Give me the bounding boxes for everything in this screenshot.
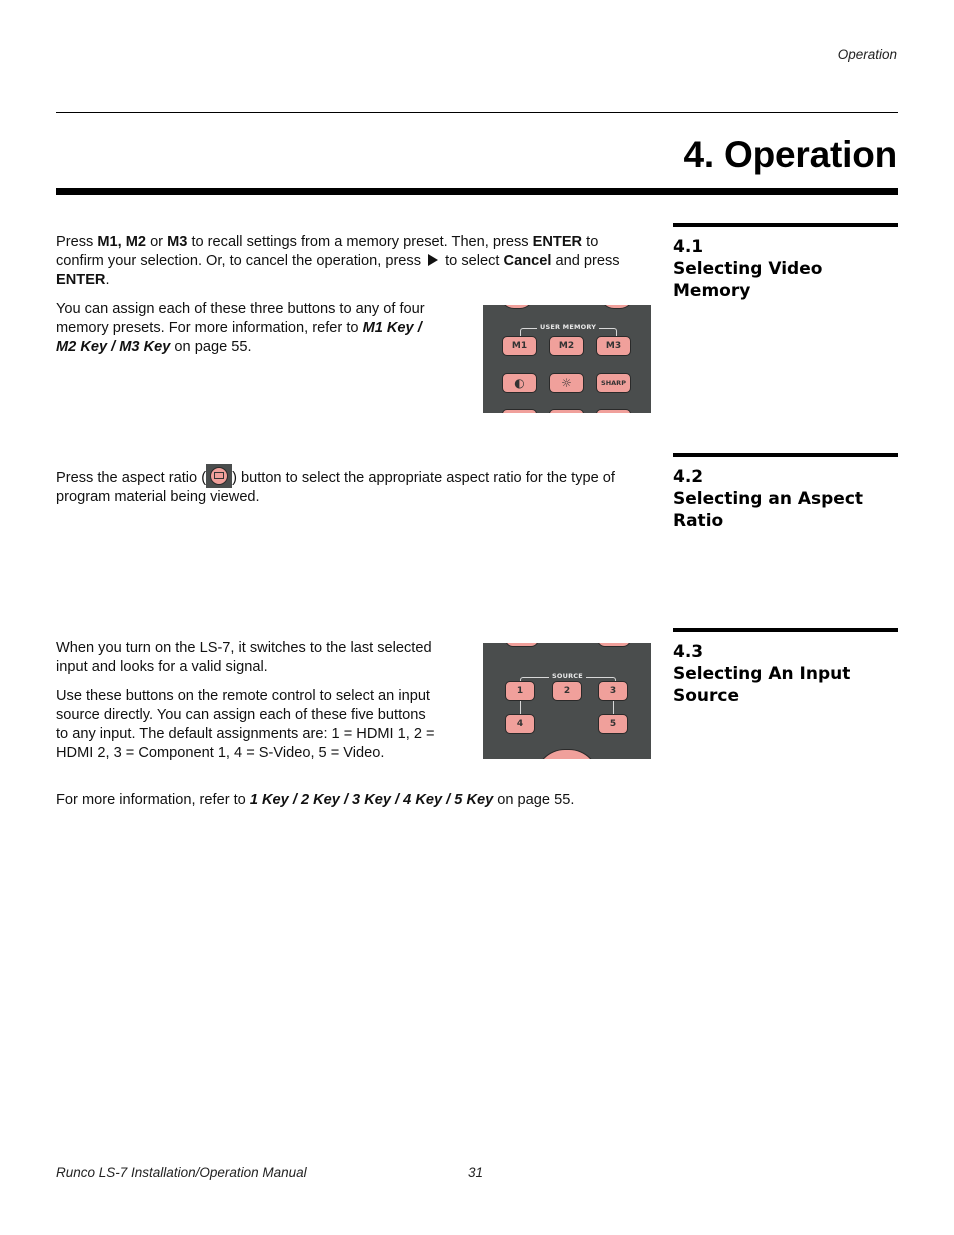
section-4-2-para1: Press the aspect ratio () button to sele… — [56, 464, 648, 507]
section-heading-4-3: 4.3 Selecting An Input Source — [673, 628, 898, 707]
remote-button-partial — [502, 409, 537, 413]
remote-button-1: 1 — [505, 681, 535, 701]
section-rule — [673, 453, 898, 457]
option-cancel: Cancel — [503, 253, 552, 269]
remote-user-memory-image: USER MEMORY M1 M2 M3 ◐ ☼ SHARP — [483, 305, 651, 413]
remote-button-m3: M3 — [596, 336, 631, 356]
remote-button-partial — [505, 643, 539, 647]
key-m1-m2: M1, M2 — [97, 234, 147, 250]
text: Use these buttons on the remote control … — [56, 688, 435, 761]
section-4-3-para2: Use these buttons on the remote control … — [56, 687, 441, 763]
section-4-1-para2: You can assign each of these three butto… — [56, 300, 441, 357]
brightness-icon: ☼ — [549, 373, 584, 393]
section-heading-4-1: 4.1 Selecting Video Memory — [673, 223, 898, 302]
text: Press — [56, 234, 98, 250]
remote-button-partial — [597, 643, 631, 647]
remote-button-partial — [500, 305, 534, 309]
section-title-line1: Selecting Video — [673, 259, 823, 279]
text: and press — [551, 253, 620, 269]
section-heading-4-2: 4.2 Selecting an Aspect Ratio — [673, 453, 898, 532]
remote-button-4: 4 — [505, 714, 535, 734]
section-title-line2: Memory — [673, 281, 751, 301]
section-title-line2: Source — [673, 686, 740, 706]
remote-button-3: 3 — [598, 681, 628, 701]
chapter-rule — [56, 188, 898, 195]
up-arrow-button-partial — [535, 749, 599, 759]
section-4-3-para1: When you turn on the LS-7, it switches t… — [56, 639, 438, 677]
remote-button-partial — [549, 409, 584, 413]
section-number: 4.2 — [673, 467, 704, 487]
remote-button-sharp: SHARP — [596, 373, 631, 393]
section-rule — [673, 223, 898, 227]
aspect-ratio-icon — [206, 464, 233, 488]
running-head: Operation — [837, 47, 897, 62]
section-4-3-para3: For more information, refer to 1 Key / 2… — [56, 791, 656, 810]
text: . — [105, 272, 110, 288]
key-enter: ENTER — [56, 272, 106, 288]
section-number: 4.1 — [673, 237, 704, 257]
connector-line — [613, 701, 614, 714]
section-title-line2: Ratio — [673, 511, 724, 531]
footer-manual-title: Runco LS-7 Installation/Operation Manual — [56, 1165, 307, 1180]
text: For more information, refer to — [56, 792, 250, 808]
section-4-1-para1: Press M1, M2 or M3 to recall settings fr… — [56, 233, 648, 290]
section-number: 4.3 — [673, 642, 704, 662]
key-enter: ENTER — [532, 234, 583, 250]
remote-button-partial — [600, 305, 634, 309]
cross-reference-link[interactable]: 1 Key / 2 Key / 3 Key / 4 Key / 5 Key — [250, 792, 493, 808]
text: Press the aspect ratio ( — [56, 470, 207, 486]
remote-source-image: SOURCE 1 2 3 4 5 — [483, 643, 651, 759]
remote-button-m1: M1 — [502, 336, 537, 356]
aspect-ratio-rect — [214, 472, 225, 479]
text: on page 55. — [493, 792, 575, 808]
text: When you turn on the LS-7, it switches t… — [56, 640, 432, 675]
text: on page 55. — [170, 339, 252, 355]
section-title-line1: Selecting an Aspect — [673, 489, 864, 509]
section-title-line1: Selecting An Input — [673, 664, 851, 684]
contrast-icon: ◐ — [502, 373, 537, 393]
page-number: 31 — [468, 1165, 484, 1180]
chapter-title: 4. Operation — [683, 134, 898, 175]
text: to select — [441, 253, 504, 269]
remote-button-2: 2 — [552, 681, 582, 701]
group-label-user-memory: USER MEMORY — [537, 323, 600, 331]
connector-line — [520, 701, 521, 714]
top-rule — [56, 112, 898, 113]
text: to recall settings from a memory preset.… — [187, 234, 533, 250]
group-label-source: SOURCE — [549, 672, 586, 680]
section-rule — [673, 628, 898, 632]
remote-button-5: 5 — [598, 714, 628, 734]
remote-button-m2: M2 — [549, 336, 584, 356]
key-m3: M3 — [167, 234, 188, 250]
text: or — [146, 234, 168, 250]
remote-button-partial — [596, 409, 631, 413]
right-arrow-icon — [428, 254, 439, 266]
